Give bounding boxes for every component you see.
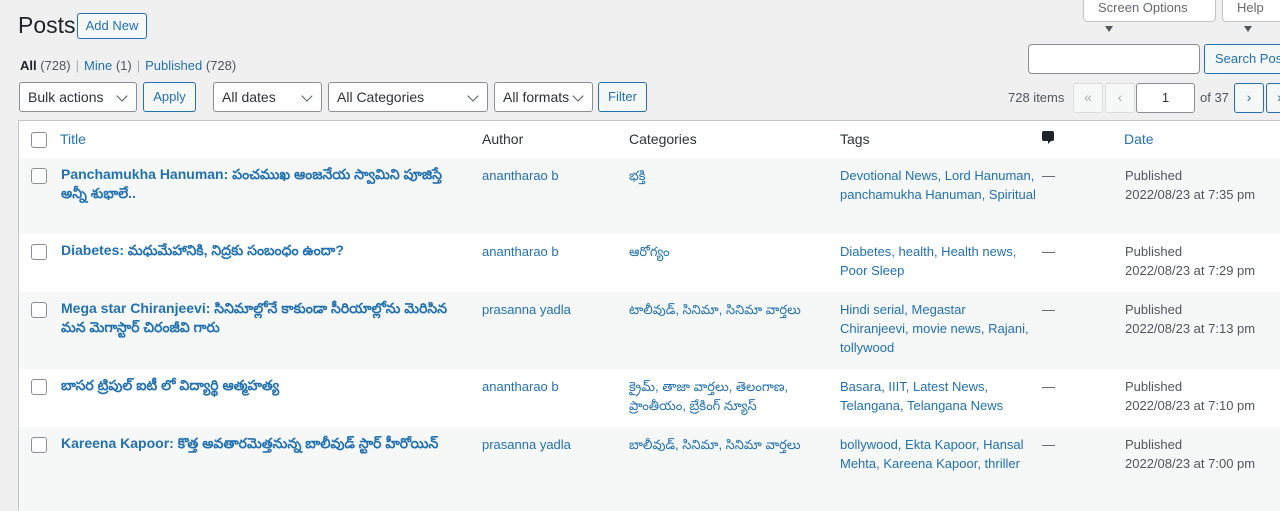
post-tags[interactable]: Basara, IIIT, Latest News, Telangana, Te… bbox=[840, 377, 1036, 415]
view-all[interactable]: All (728) bbox=[20, 58, 71, 73]
post-author-link[interactable]: anantharao b bbox=[482, 242, 559, 261]
categories-label: All Categories bbox=[337, 89, 425, 105]
column-date[interactable]: Date bbox=[1124, 131, 1154, 147]
post-date: 2022/08/23 at 7:13 pm bbox=[1125, 321, 1256, 336]
post-title-link[interactable]: Diabetes: మధుమేహానికి, నిద్రకు సంబంధం ఉం… bbox=[61, 241, 451, 260]
view-mine[interactable]: Mine (1) bbox=[84, 58, 132, 73]
post-status: Published bbox=[1125, 302, 1183, 317]
search-input[interactable] bbox=[1028, 44, 1200, 74]
post-tags[interactable]: Hindi serial, Megastar Chiranjeevi, movi… bbox=[840, 300, 1036, 357]
table-row: Mega star Chiranjeevi: సినిమాల్లోనే కాకు… bbox=[19, 292, 1280, 369]
add-new-button[interactable]: Add New bbox=[77, 13, 147, 39]
row-checkbox[interactable] bbox=[31, 244, 47, 260]
post-categories[interactable]: టాలీవుడ్, సినిమా, సినిమా వార్తలు bbox=[629, 300, 829, 319]
chevron-down-icon bbox=[572, 90, 584, 102]
first-page-button: « bbox=[1073, 83, 1103, 113]
select-all-checkbox[interactable] bbox=[31, 132, 47, 148]
caret-down-icon bbox=[1105, 25, 1113, 32]
post-date: 2022/08/23 at 7:29 pm bbox=[1125, 263, 1256, 278]
help-label: Help bbox=[1237, 0, 1264, 15]
row-checkbox[interactable] bbox=[31, 379, 47, 395]
column-categories: Categories bbox=[629, 131, 697, 147]
post-title-link[interactable]: బాసర ట్రిపుల్ ఐటీ లో విద్యార్థి ఆత్మహత్య bbox=[61, 376, 451, 395]
post-status: Published bbox=[1125, 244, 1183, 259]
filter-button[interactable]: Filter bbox=[598, 82, 647, 112]
post-categories[interactable]: బాలీవుడ్, సినిమా, సినిమా వార్తలు bbox=[629, 435, 829, 454]
posts-table: Title Author Categories Tags Date Pancha… bbox=[18, 120, 1280, 511]
dates-label: All dates bbox=[222, 89, 276, 105]
table-row: Panchamukha Hanuman: పంచముఖ ఆంజనేయ స్వామ… bbox=[19, 158, 1280, 234]
current-page-input[interactable]: 1 bbox=[1136, 83, 1195, 113]
post-tags[interactable]: bollywood, Ekta Kapoor, Hansal Mehta, Ka… bbox=[840, 435, 1036, 473]
post-author-link[interactable]: prasanna yadla bbox=[482, 435, 571, 454]
row-checkbox[interactable] bbox=[31, 302, 47, 318]
screen-options-label: Screen Options bbox=[1098, 0, 1188, 15]
post-categories[interactable]: క్రైమ్, తాజా వార్తలు, తెలంగాణ, ప్రాంతీయం… bbox=[629, 377, 829, 415]
dates-select[interactable]: All dates bbox=[213, 82, 322, 112]
total-pages: of 37 bbox=[1200, 90, 1229, 105]
post-comments: — bbox=[1042, 302, 1055, 317]
apply-button[interactable]: Apply bbox=[143, 82, 196, 112]
column-title[interactable]: Title bbox=[60, 131, 86, 147]
help-button[interactable]: Help bbox=[1222, 0, 1280, 32]
post-tags[interactable]: Devotional News, Lord Hanuman, panchamuk… bbox=[840, 166, 1036, 204]
column-author: Author bbox=[482, 131, 524, 147]
post-status: Published bbox=[1125, 437, 1183, 452]
post-date: 2022/08/23 at 7:00 pm bbox=[1125, 456, 1256, 471]
table-row: Diabetes: మధుమేహానికి, నిద్రకు సంబంధం ఉం… bbox=[19, 234, 1280, 292]
categories-select[interactable]: All Categories bbox=[328, 82, 488, 112]
search-posts-button[interactable]: Search Posts bbox=[1204, 44, 1280, 74]
post-title-link[interactable]: Kareena Kapoor: కొత్త అవతారమెత్తనున్న బా… bbox=[61, 434, 451, 453]
post-comments: — bbox=[1042, 437, 1055, 452]
post-date: 2022/08/23 at 7:35 pm bbox=[1125, 187, 1256, 202]
last-page-button[interactable]: » bbox=[1266, 83, 1280, 113]
post-status: Published bbox=[1125, 168, 1183, 183]
chevron-down-icon bbox=[116, 90, 128, 102]
post-author-link[interactable]: prasanna yadla bbox=[482, 300, 571, 319]
bulk-actions-label: Bulk actions bbox=[28, 89, 104, 105]
post-categories[interactable]: ఆరోగ్యం bbox=[629, 242, 829, 261]
formats-select[interactable]: All formats bbox=[494, 82, 593, 112]
post-status: Published bbox=[1125, 379, 1183, 394]
table-row: బాసర ట్రిపుల్ ఐటీ లో విద్యార్థి ఆత్మహత్య… bbox=[19, 369, 1280, 427]
post-comments: — bbox=[1042, 379, 1055, 394]
view-published[interactable]: Published (728) bbox=[145, 58, 236, 73]
post-comments: — bbox=[1042, 244, 1055, 259]
bulk-actions-select[interactable]: Bulk actions bbox=[19, 82, 137, 112]
post-categories[interactable]: భక్తి bbox=[629, 166, 829, 185]
chevron-down-icon bbox=[301, 90, 313, 102]
prev-page-button: ‹ bbox=[1105, 83, 1135, 113]
post-author-link[interactable]: anantharao b bbox=[482, 377, 559, 396]
next-page-button[interactable]: › bbox=[1234, 83, 1264, 113]
post-author-link[interactable]: anantharao b bbox=[482, 166, 559, 185]
table-row: Kareena Kapoor: కొత్త అవతారమెత్తనున్న బా… bbox=[19, 427, 1280, 511]
chevron-down-icon bbox=[467, 90, 479, 102]
column-tags: Tags bbox=[840, 131, 870, 147]
row-checkbox[interactable] bbox=[31, 437, 47, 453]
post-tags[interactable]: Diabetes, health, Health news, Poor Slee… bbox=[840, 242, 1036, 280]
formats-label: All formats bbox=[503, 89, 570, 105]
post-status-views: All (728) | Mine (1) | Published (728) bbox=[20, 58, 237, 73]
caret-down-icon bbox=[1244, 25, 1252, 32]
post-title-link[interactable]: Mega star Chiranjeevi: సినిమాల్లోనే కాకు… bbox=[61, 299, 451, 337]
post-comments: — bbox=[1042, 168, 1055, 183]
items-count: 728 items bbox=[1008, 90, 1065, 105]
screen-options-button[interactable]: Screen Options bbox=[1083, 0, 1216, 32]
table-header: Title Author Categories Tags Date bbox=[19, 121, 1280, 159]
post-title-link[interactable]: Panchamukha Hanuman: పంచముఖ ఆంజనేయ స్వామ… bbox=[61, 165, 451, 203]
row-checkbox[interactable] bbox=[31, 168, 47, 184]
page-title: Posts bbox=[18, 12, 76, 38]
post-date: 2022/08/23 at 7:10 pm bbox=[1125, 398, 1256, 413]
comment-icon bbox=[1042, 131, 1054, 144]
